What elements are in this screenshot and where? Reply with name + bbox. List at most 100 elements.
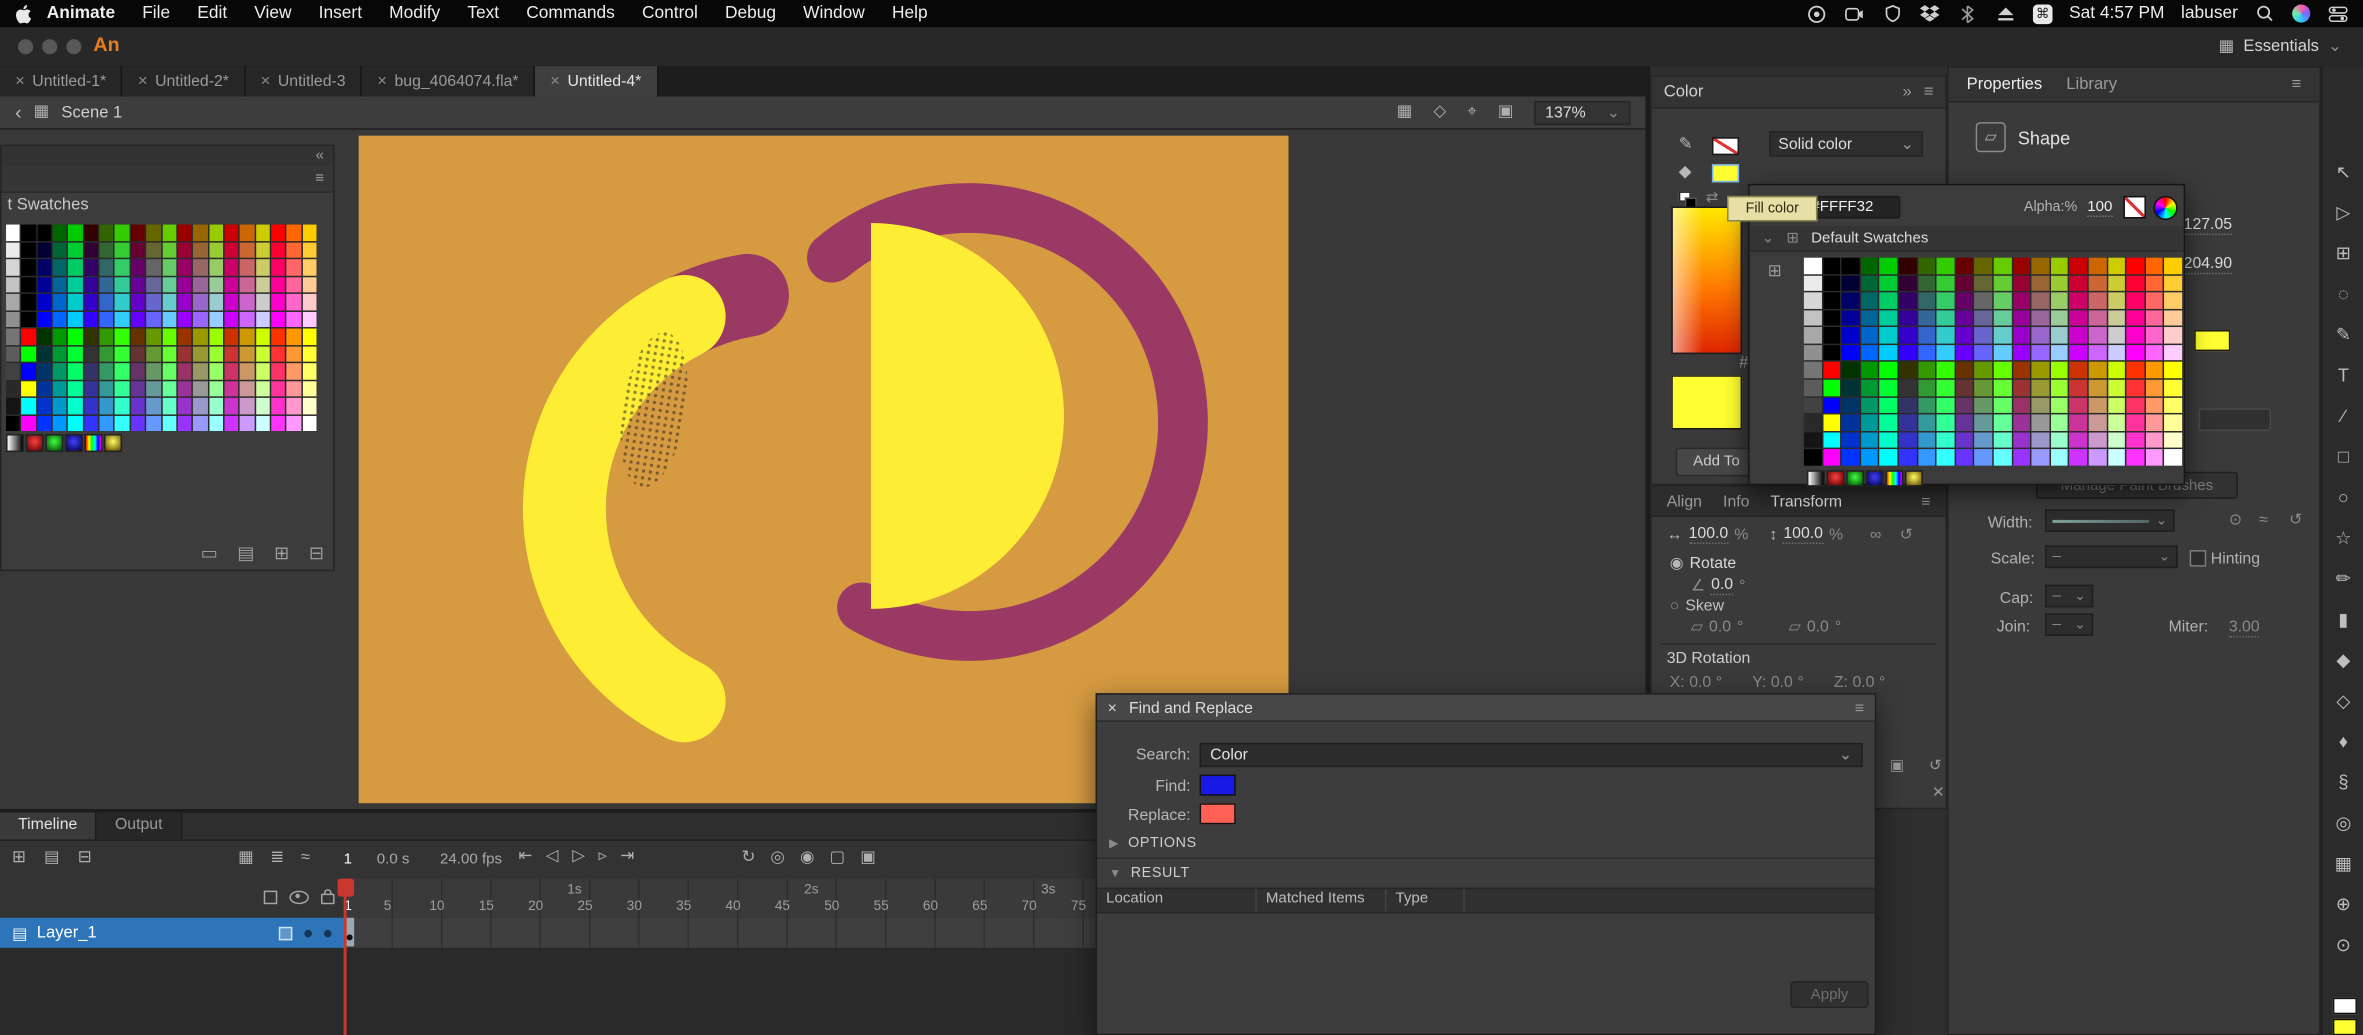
gradient-swatch[interactable]: [1885, 470, 1903, 487]
brush-tool[interactable]: ▮: [2322, 604, 2363, 634]
color-swatch[interactable]: [1994, 362, 2011, 378]
color-swatch[interactable]: [209, 363, 223, 379]
color-swatch[interactable]: [2032, 380, 2049, 396]
color-swatch[interactable]: [1842, 450, 1859, 466]
color-swatch[interactable]: [1842, 327, 1859, 343]
color-swatch[interactable]: [68, 242, 82, 258]
graph-editor-icon[interactable]: ≈: [301, 850, 310, 867]
color-swatch[interactable]: [2070, 415, 2087, 431]
color-swatch[interactable]: [22, 381, 36, 397]
color-swatch[interactable]: [2089, 327, 2106, 343]
center-frame-icon[interactable]: ⌖: [1467, 104, 1476, 121]
color-swatch[interactable]: [1804, 293, 1821, 309]
color-swatch[interactable]: [1994, 310, 2011, 326]
color-swatch[interactable]: [1861, 258, 1878, 274]
color-swatch[interactable]: [6, 329, 20, 345]
color-swatch[interactable]: [2032, 362, 2049, 378]
color-swatch[interactable]: [100, 259, 114, 275]
color-swatch[interactable]: [2013, 258, 2030, 274]
menu-view[interactable]: View: [241, 5, 305, 23]
color-swatch[interactable]: [2070, 397, 2087, 413]
color-swatch[interactable]: [2146, 345, 2163, 361]
color-swatch[interactable]: [193, 381, 207, 397]
color-swatch[interactable]: [1861, 327, 1878, 343]
color-swatch[interactable]: [2070, 432, 2087, 448]
color-swatch[interactable]: [22, 277, 36, 293]
edit-multiple-frames-icon[interactable]: ▢: [830, 850, 846, 867]
color-swatch[interactable]: [287, 329, 301, 345]
color-swatch[interactable]: [1937, 310, 1954, 326]
color-swatch[interactable]: [1823, 415, 1840, 431]
color-swatch[interactable]: [37, 363, 51, 379]
color-swatch[interactable]: [224, 294, 238, 310]
color-swatch[interactable]: [68, 329, 82, 345]
color-swatch[interactable]: [146, 225, 160, 241]
control-center-icon[interactable]: [2327, 3, 2348, 24]
onion-skin-icon[interactable]: ◎: [770, 850, 784, 867]
menu-edit[interactable]: Edit: [184, 5, 241, 23]
color-swatch[interactable]: [1975, 293, 1992, 309]
color-swatch[interactable]: [1880, 415, 1897, 431]
color-swatch[interactable]: [240, 225, 254, 241]
color-swatch[interactable]: [1956, 380, 1973, 396]
color-swatch[interactable]: [6, 381, 20, 397]
color-swatch[interactable]: [1842, 380, 1859, 396]
color-swatch[interactable]: [1804, 397, 1821, 413]
color-swatch[interactable]: [271, 415, 285, 431]
menu-help[interactable]: Help: [878, 5, 941, 23]
color-swatch[interactable]: [53, 329, 67, 345]
color-swatch[interactable]: [162, 381, 176, 397]
color-swatch[interactable]: [2032, 293, 2049, 309]
color-swatch[interactable]: [1842, 415, 1859, 431]
color-swatch[interactable]: [1975, 450, 1992, 466]
gradient-swatch[interactable]: [1826, 470, 1844, 487]
color-swatch[interactable]: [2108, 397, 2125, 413]
color-swatch[interactable]: [1956, 258, 1973, 274]
color-swatch[interactable]: [1937, 450, 1954, 466]
color-swatch[interactable]: [1994, 345, 2011, 361]
color-swatch[interactable]: [302, 259, 316, 275]
color-swatch[interactable]: [1804, 432, 1821, 448]
color-swatch[interactable]: [84, 259, 98, 275]
color-swatch[interactable]: [100, 398, 114, 414]
color-swatch[interactable]: [53, 294, 67, 310]
color-swatch[interactable]: [2165, 450, 2182, 466]
color-swatch[interactable]: [2051, 450, 2068, 466]
color-swatch[interactable]: [2089, 345, 2106, 361]
spotlight-icon[interactable]: [2254, 3, 2275, 24]
color-swatch[interactable]: [287, 311, 301, 327]
color-swatch[interactable]: [1880, 397, 1897, 413]
panel-menu-icon[interactable]: ≡: [1921, 492, 1930, 510]
color-swatch[interactable]: [1956, 310, 1973, 326]
color-swatch[interactable]: [178, 346, 192, 362]
color-swatch[interactable]: [2089, 310, 2106, 326]
color-swatch[interactable]: [2108, 380, 2125, 396]
color-swatch[interactable]: [6, 259, 20, 275]
color-swatch[interactable]: [178, 277, 192, 293]
new-swatch-icon[interactable]: ⊞: [274, 544, 289, 562]
color-swatch[interactable]: [2032, 450, 2049, 466]
color-swatch[interactable]: [256, 415, 270, 431]
color-swatch[interactable]: [6, 277, 20, 293]
document-tab[interactable]: ×Untitled-1*: [0, 66, 123, 96]
color-swatch[interactable]: [100, 381, 114, 397]
color-swatch[interactable]: [1842, 345, 1859, 361]
color-swatch[interactable]: [2070, 450, 2087, 466]
color-swatch[interactable]: [2108, 293, 2125, 309]
frame-rate-value[interactable]: 24.00 fps: [440, 851, 502, 868]
fill-color-icon[interactable]: ◆: [1679, 161, 1692, 181]
color-swatch[interactable]: [1899, 380, 1916, 396]
color-swatch[interactable]: [302, 415, 316, 431]
color-swatch[interactable]: [2165, 345, 2182, 361]
close-icon[interactable]: ×: [138, 72, 148, 90]
tab-timeline[interactable]: Timeline: [0, 812, 97, 839]
find-color-chip[interactable]: [1200, 775, 1236, 796]
outline-column-icon[interactable]: [264, 890, 278, 904]
color-swatch[interactable]: [22, 242, 36, 258]
color-swatch[interactable]: [1899, 258, 1916, 274]
color-swatch[interactable]: [68, 346, 82, 362]
color-swatch[interactable]: [2146, 275, 2163, 291]
stroke-color-chip[interactable]: [1712, 137, 1739, 155]
color-swatch[interactable]: [1918, 345, 1935, 361]
color-swatch[interactable]: [1880, 327, 1897, 343]
